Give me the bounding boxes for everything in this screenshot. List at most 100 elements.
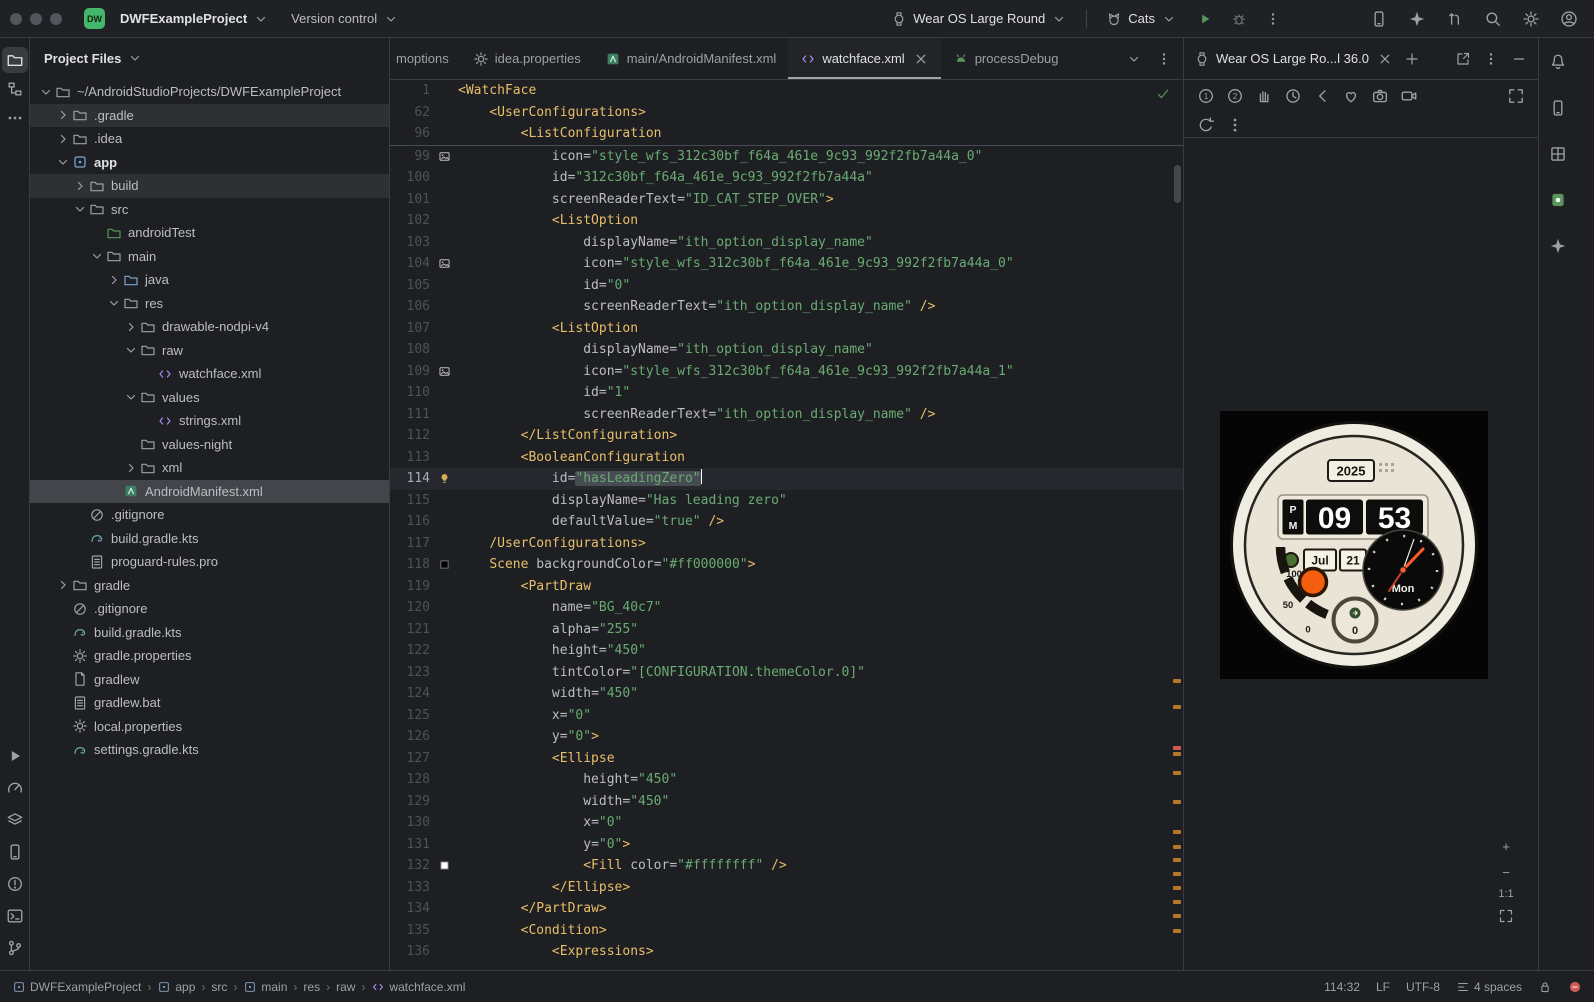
run-button[interactable] <box>1192 6 1218 32</box>
stripe-mark[interactable] <box>1173 929 1181 933</box>
code-line-105[interactable]: 105 id="0" <box>390 275 1183 297</box>
file-encoding[interactable]: UTF-8 <box>1406 980 1440 994</box>
line-number[interactable]: 105 <box>390 275 434 297</box>
tree-item-proguard-rules-pro[interactable]: proguard-rules.pro <box>30 550 389 574</box>
wear-button-2-button[interactable]: 2 <box>1223 84 1247 108</box>
code-line-104[interactable]: 104 icon="style_wfs_312c30bf_f64a_461e_9… <box>390 253 1183 275</box>
code-line-111[interactable]: 111 screenReaderText="ith_option_display… <box>390 404 1183 426</box>
code-line-96[interactable]: 96 <ListConfiguration <box>390 123 1183 145</box>
device-selector[interactable]: Wear OS Large Round <box>884 7 1074 31</box>
tree-item-gradlew[interactable]: gradlew <box>30 668 389 692</box>
line-number[interactable]: 104 <box>390 253 434 275</box>
line-number[interactable]: 131 <box>390 834 434 856</box>
minimize-window-button[interactable] <box>30 12 42 25</box>
stripe-mark[interactable] <box>1173 746 1181 750</box>
debug-button[interactable] <box>1226 6 1252 32</box>
tree-item-gradle[interactable]: .gradle <box>30 103 389 127</box>
chevron-down-icon[interactable] <box>72 201 89 217</box>
line-number[interactable]: 113 <box>390 447 434 469</box>
screen-record-button[interactable] <box>1397 84 1421 108</box>
tree-item-gradle[interactable]: gradle <box>30 574 389 598</box>
stripe-mark[interactable] <box>1173 800 1181 804</box>
inspections-ok-icon[interactable] <box>1155 86 1171 102</box>
tab-moptions[interactable]: moptions <box>390 38 461 79</box>
fit-to-window-button[interactable] <box>1504 84 1528 108</box>
tree-item-watchface-xml[interactable]: watchface.xml <box>30 362 389 386</box>
close-window-button[interactable] <box>10 12 22 25</box>
code-line-114[interactable]: 114 id="hasLeadingZero" <box>390 468 1183 490</box>
maximize-window-button[interactable] <box>50 12 62 25</box>
tab-idea-properties[interactable]: idea.properties <box>461 38 593 79</box>
code-line-130[interactable]: 130 x="0" <box>390 812 1183 834</box>
stripe-mark[interactable] <box>1173 752 1181 756</box>
code-line-103[interactable]: 103 displayName="ith_option_display_name… <box>390 232 1183 254</box>
zoom-fit-button[interactable] <box>1496 906 1516 926</box>
line-number[interactable]: 110 <box>390 382 434 404</box>
indent-setting[interactable]: 4 spaces <box>1456 980 1522 994</box>
line-number[interactable]: 100 <box>390 167 434 189</box>
line-number[interactable]: 102 <box>390 210 434 232</box>
line-number[interactable]: 96 <box>390 123 434 145</box>
terminal-button[interactable] <box>2 903 28 929</box>
code-line-110[interactable]: 110 id="1" <box>390 382 1183 404</box>
line-number[interactable]: 127 <box>390 748 434 770</box>
close-icon[interactable] <box>913 51 929 67</box>
breadcrumb-raw[interactable]: raw <box>336 980 355 994</box>
code-line-128[interactable]: 128 height="450" <box>390 769 1183 791</box>
tree-item-src[interactable]: src <box>30 198 389 222</box>
tree-item-values-night[interactable]: values-night <box>30 433 389 457</box>
project-button[interactable] <box>1 47 28 73</box>
line-number[interactable]: 109 <box>390 361 434 383</box>
code-line-131[interactable]: 131 y="0"> <box>390 834 1183 856</box>
lock-icon[interactable] <box>1538 980 1552 994</box>
gemini-assistant-button[interactable] <box>1545 233 1571 259</box>
tab-options-icon[interactable] <box>1151 46 1177 72</box>
notifications-button[interactable] <box>1545 49 1571 75</box>
profiler-button[interactable] <box>2 775 28 801</box>
tree-item-java[interactable]: java <box>30 268 389 292</box>
stripe-mark[interactable] <box>1173 830 1181 834</box>
tree-item-gitignore[interactable]: .gitignore <box>30 503 389 527</box>
tilt-button[interactable] <box>1281 84 1305 108</box>
device-manager-button[interactable] <box>1366 6 1392 32</box>
line-number[interactable]: 128 <box>390 769 434 791</box>
zoom-out-button[interactable]: − <box>1496 862 1516 882</box>
running-devices-button[interactable] <box>1545 187 1571 213</box>
window-controls[interactable] <box>10 12 62 25</box>
tree-item-main[interactable]: main <box>30 245 389 269</box>
line-number[interactable]: 132 <box>390 855 434 877</box>
bulb-gutter-icon[interactable] <box>434 468 454 490</box>
code-line-115[interactable]: 115 displayName="Has leading zero" <box>390 490 1183 512</box>
watch-face[interactable]: 2025 P M 09 53 Jul 21 Mon 100 50 0 0 <box>1228 419 1480 671</box>
code-line-122[interactable]: 122 height="450" <box>390 640 1183 662</box>
device-mirror-button[interactable] <box>1545 95 1571 121</box>
code-line-136[interactable]: 136 <Expressions> <box>390 941 1183 963</box>
code-line-118[interactable]: 118 Scene backgroundColor="#ff000000"> <box>390 554 1183 576</box>
code-line-107[interactable]: 107 <ListOption <box>390 318 1183 340</box>
line-number[interactable]: 107 <box>390 318 434 340</box>
tab-processdebug[interactable]: processDebug <box>941 38 1059 79</box>
tree-item-gitignore[interactable]: .gitignore <box>30 597 389 621</box>
line-number[interactable]: 123 <box>390 662 434 684</box>
close-icon[interactable] <box>1377 51 1393 67</box>
breadcrumb-src[interactable]: src <box>211 980 227 994</box>
line-number[interactable]: 121 <box>390 619 434 641</box>
settings-button[interactable] <box>1518 6 1544 32</box>
tree-item-res[interactable]: res <box>30 292 389 316</box>
project-panel-header[interactable]: Project Files <box>30 38 389 78</box>
stripe-mark[interactable] <box>1173 900 1181 904</box>
pull-requests-button[interactable] <box>1442 6 1468 32</box>
back-button[interactable] <box>1310 84 1334 108</box>
stripe-mark[interactable] <box>1173 679 1181 683</box>
tab-watchface-xml[interactable]: watchface.xml <box>788 38 941 79</box>
search-everywhere-button[interactable] <box>1480 6 1506 32</box>
code-line-134[interactable]: 134 </PartDraw> <box>390 898 1183 920</box>
code-line-135[interactable]: 135 <Condition> <box>390 920 1183 942</box>
breadcrumb-app[interactable]: app <box>157 980 195 994</box>
code-line-120[interactable]: 120 name="BG_40c7" <box>390 597 1183 619</box>
chevron-right-icon[interactable] <box>55 131 72 147</box>
structure-button[interactable] <box>2 76 28 102</box>
chevron-right-icon[interactable] <box>123 319 140 335</box>
project-menu[interactable]: DWFExampleProject <box>113 7 276 31</box>
stripe-mark[interactable] <box>1173 914 1181 918</box>
